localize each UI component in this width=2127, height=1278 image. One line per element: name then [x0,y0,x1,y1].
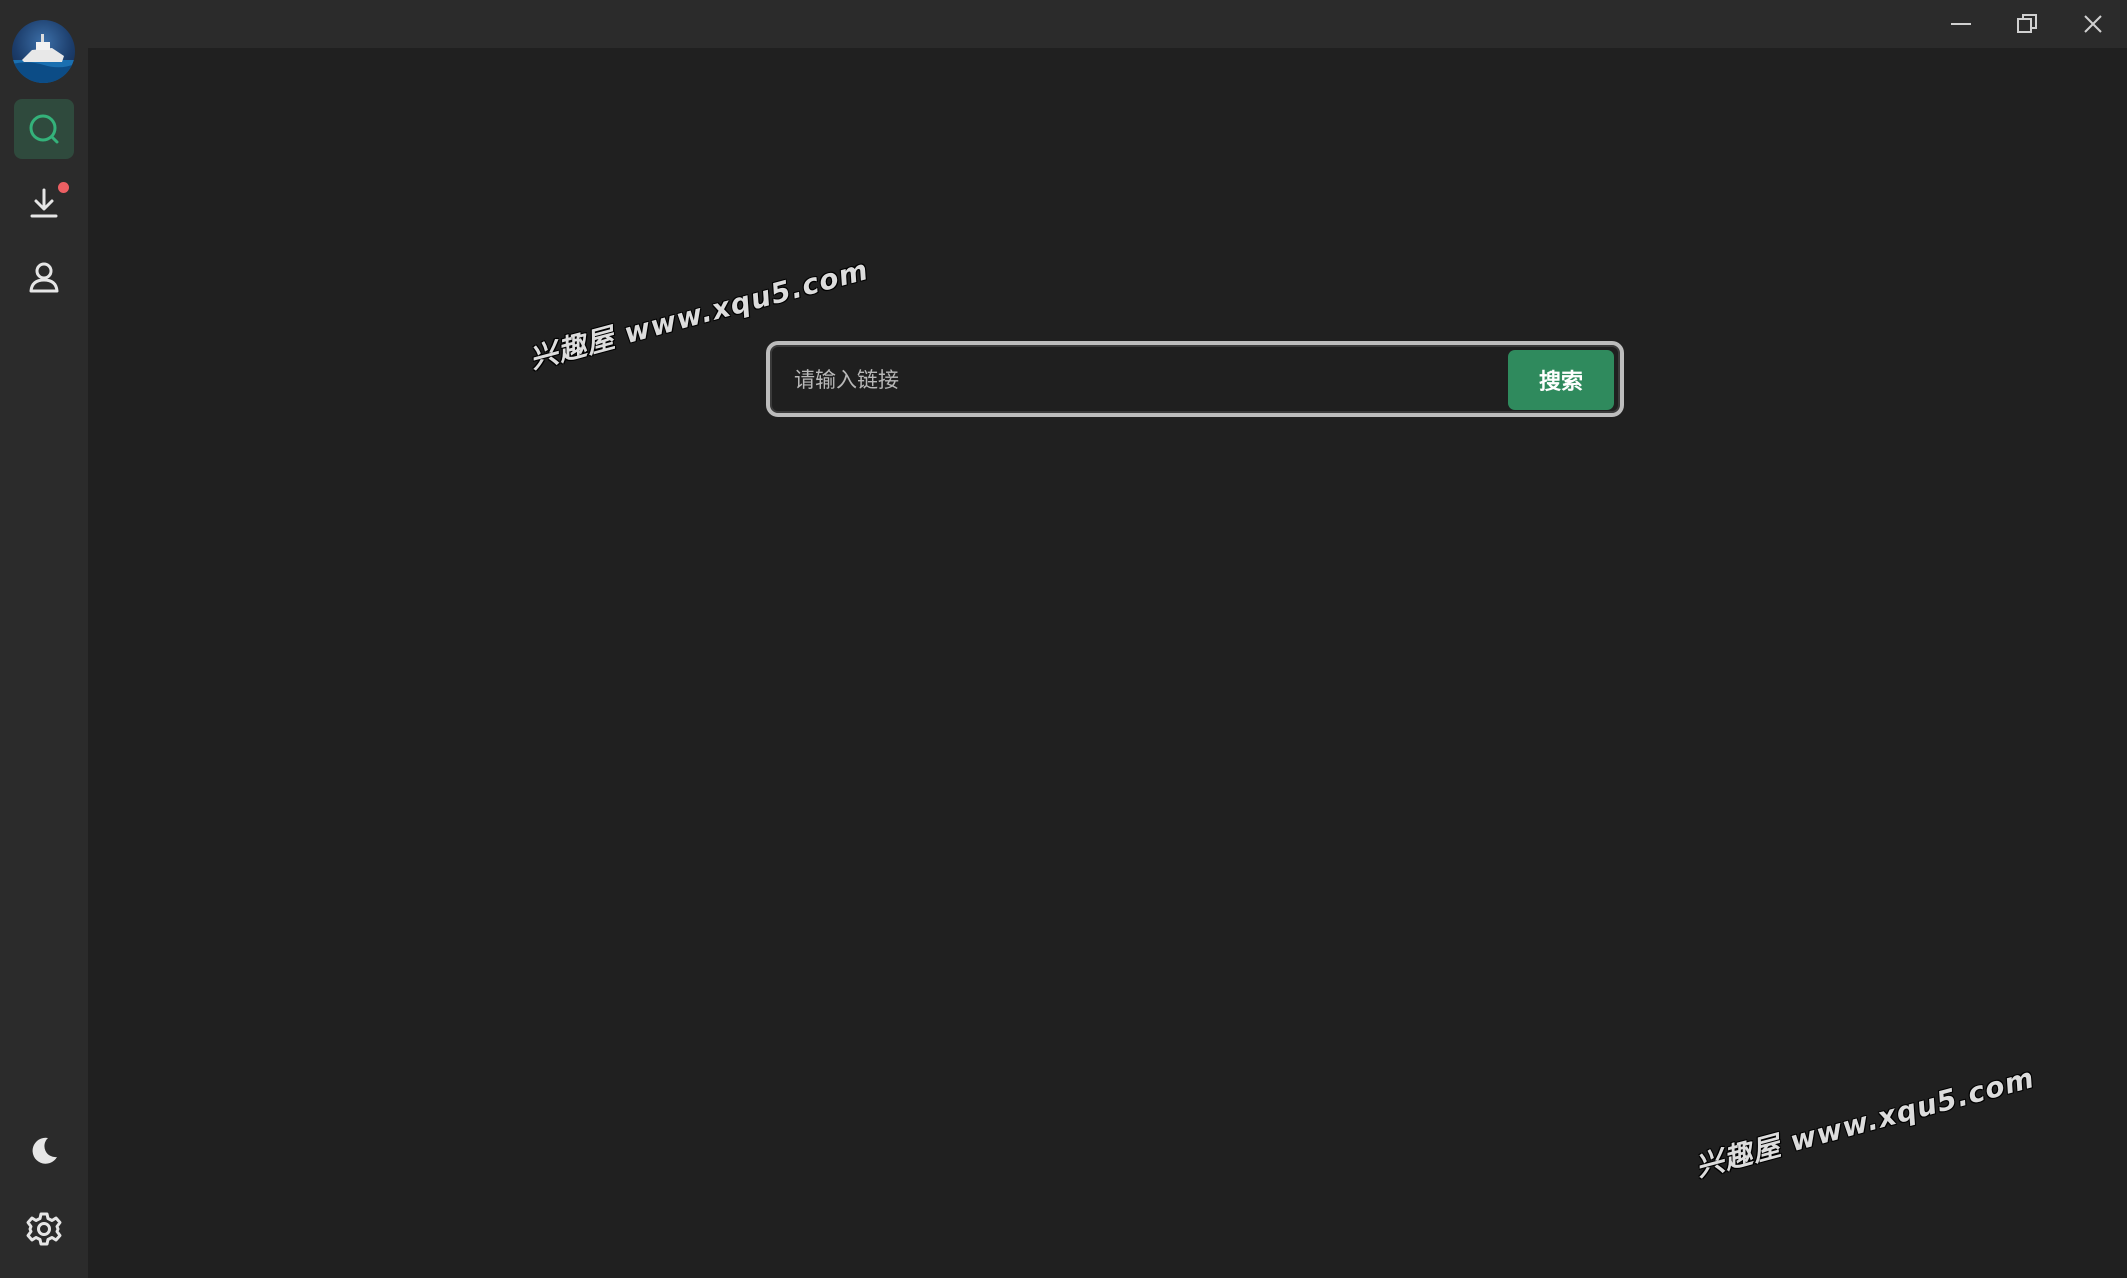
title-bar[interactable] [88,0,2127,48]
download-icon [30,188,58,218]
user-icon [29,262,59,293]
sidebar-item-search[interactable] [14,99,74,159]
settings-button[interactable] [14,1199,74,1259]
notification-badge [58,182,69,193]
minimize-icon [1951,23,1971,25]
restore-icon [2017,14,2037,33]
link-input[interactable] [792,353,1476,407]
avatar[interactable] [12,20,75,83]
search-icon [29,114,59,144]
sidebar [0,0,88,1278]
moon-icon [32,1137,57,1164]
theme-toggle-button[interactable] [14,1121,74,1181]
gear-icon [26,1212,62,1246]
restore-button[interactable] [1997,0,2057,48]
watermark-text: 兴趣屋 www.xqu5.com [1692,1061,2039,1184]
sidebar-item-downloads[interactable] [14,173,74,233]
search-bar: 搜索 [766,341,1624,417]
close-button[interactable] [2063,0,2123,48]
search-button[interactable]: 搜索 [1508,350,1614,410]
minimize-button[interactable] [1931,0,1991,48]
main-content: 搜索 兴趣屋 www.xqu5.com 兴趣屋 www.xqu5.com [88,48,2127,1278]
close-icon [2084,15,2102,33]
avatar-image [12,34,75,83]
app-window: 搜索 兴趣屋 www.xqu5.com 兴趣屋 www.xqu5.com [0,0,2127,1278]
sidebar-item-user[interactable] [14,247,74,307]
